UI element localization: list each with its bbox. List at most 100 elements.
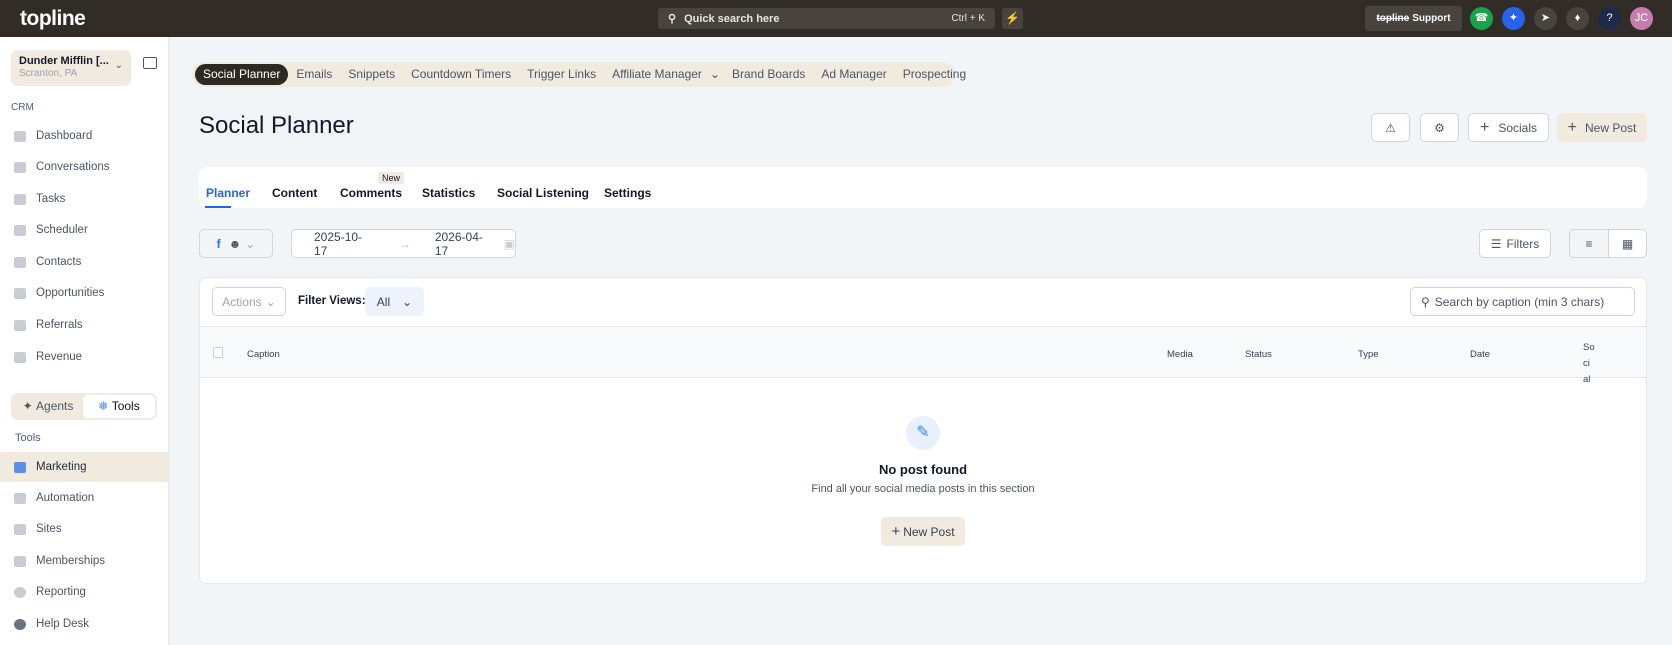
dashboard-icon (14, 130, 26, 142)
tools-section-label: Tools (15, 432, 41, 444)
actions-dropdown[interactable]: Actions ⌄ (212, 287, 286, 316)
select-all-checkbox[interactable] (213, 347, 223, 358)
sidebar-item-marketing[interactable]: Marketing (0, 452, 169, 482)
lightning-icon[interactable]: ⚡ (1002, 8, 1023, 29)
sidebar-item-memberships[interactable]: Memberships (0, 546, 169, 576)
sidebar-item-help-desk[interactable]: Help Desk (0, 609, 169, 639)
tab-content[interactable]: Content (272, 186, 317, 200)
account-name: Dunder Mifflin [... (19, 55, 109, 67)
subnav-brand-boards[interactable]: Brand Boards (724, 64, 813, 85)
gear-icon: ❅ (98, 399, 109, 413)
account-filter-dropdown[interactable]: f ☻ ⌄ (199, 229, 273, 258)
calendar-icon (14, 224, 26, 236)
chevron-down-icon: ⌄ (709, 67, 720, 81)
tab-bar (199, 167, 1647, 208)
label: Dashboard (36, 130, 93, 142)
tab-statistics[interactable]: Statistics (422, 186, 475, 200)
avatar[interactable]: JC (1630, 7, 1653, 30)
label: New Post (903, 524, 955, 539)
table-header (200, 326, 1646, 378)
subnav-affiliate-manager[interactable]: Affiliate Manager (604, 64, 710, 85)
marketing-subnav: Social Planner Emails Snippets Countdown… (192, 62, 966, 87)
sidebar-item-conversations[interactable]: Conversations (0, 152, 169, 182)
subnav-countdown-timers[interactable]: Countdown Timers (403, 64, 519, 85)
edit-icon: ✎ (906, 416, 940, 450)
column-date[interactable]: Date (1470, 349, 1490, 360)
account-switcher[interactable]: Dunder Mifflin [... Scranton, PA ⌄ (11, 50, 131, 86)
column-social[interactable]: Soci al (1583, 340, 1597, 388)
subnav-prospecting[interactable]: Prospecting (895, 64, 974, 85)
sparkle-icon[interactable]: ✦ (1502, 7, 1525, 30)
filters-button[interactable]: ☰ Filters (1479, 229, 1551, 258)
sidebar-item-revenue[interactable]: Revenue (0, 342, 169, 372)
subnav-ad-manager[interactable]: Ad Manager (813, 64, 894, 85)
filter-views-label: Filter Views: (298, 295, 366, 307)
list-view-toggle[interactable]: ≡ (1569, 229, 1609, 258)
feedback-button[interactable]: ⚠ (1371, 113, 1410, 142)
support-brand: topline (1376, 13, 1410, 24)
calendar-view-toggle[interactable]: ▦ (1608, 229, 1647, 258)
label: Scheduler (36, 224, 88, 236)
new-post-button[interactable]: + New Post (1557, 113, 1647, 142)
label: Help Desk (36, 618, 90, 630)
label: Revenue (36, 351, 83, 363)
bell-icon[interactable]: ♦ (1566, 7, 1589, 30)
tab-settings[interactable]: Settings (604, 186, 651, 200)
settings-button[interactable]: ⚙ (1420, 113, 1459, 142)
column-status[interactable]: Status (1245, 349, 1272, 360)
sidebar-collapse-icon[interactable] (143, 57, 157, 69)
megaphone-icon[interactable]: ➤ (1534, 7, 1557, 30)
date-range-picker[interactable]: 2025-10-17 → 2026-04-17 ▣ (291, 229, 516, 258)
subnav-snippets[interactable]: Snippets (340, 64, 403, 85)
agents-toggle[interactable]: ✦ Agents (13, 395, 83, 418)
referral-icon (14, 319, 26, 331)
label: Referrals (36, 319, 83, 331)
filter-views-dropdown[interactable]: All ⌄ (365, 287, 424, 316)
date-from: 2025-10-17 (314, 229, 363, 258)
logo: topline (20, 7, 86, 30)
tasks-icon (14, 193, 26, 205)
help-icon[interactable]: ? (1598, 7, 1621, 30)
calendar-icon: ▦ (1621, 236, 1634, 251)
tab-planner[interactable]: Planner (206, 186, 250, 200)
search-icon: ⚲ (668, 13, 677, 25)
search-shortcut: Ctrl + K (951, 13, 985, 24)
column-media[interactable]: Media (1167, 349, 1193, 360)
add-socials-button[interactable]: + Socials (1468, 113, 1549, 142)
page-title: Social Planner (199, 112, 354, 139)
tools-toggle[interactable]: ❅ Tools (83, 395, 155, 418)
sidebar: Dunder Mifflin [... Scranton, PA ⌄ CRM D… (0, 37, 169, 645)
search-icon: ⚲ (1421, 294, 1430, 309)
sidebar-item-dashboard[interactable]: Dashboard (0, 121, 169, 151)
sidebar-item-sites[interactable]: Sites (0, 514, 169, 544)
phone-icon[interactable]: ☎ (1470, 7, 1493, 30)
target-icon (14, 287, 26, 299)
label: Tasks (36, 193, 66, 205)
subnav-emails[interactable]: Emails (288, 64, 340, 85)
column-caption[interactable]: Caption (247, 349, 280, 360)
facebook-icon: f (216, 236, 221, 251)
megaphone-icon (14, 461, 26, 473)
tab-social-listening[interactable]: Social Listening (497, 186, 589, 200)
sidebar-item-contacts[interactable]: Contacts (0, 247, 169, 277)
caption-search-input[interactable]: ⚲ Search by caption (min 3 chars) (1410, 287, 1635, 316)
label: Filters (1506, 236, 1540, 251)
sidebar-item-tasks[interactable]: Tasks (0, 184, 169, 214)
label: New Post (1584, 120, 1637, 135)
gear-icon: ⚙ (1434, 120, 1445, 135)
subnav-social-planner[interactable]: Social Planner (195, 64, 289, 85)
sidebar-item-scheduler[interactable]: Scheduler (0, 215, 169, 245)
sidebar-item-referrals[interactable]: Referrals (0, 310, 169, 340)
empty-new-post-button[interactable]: + New Post (881, 517, 965, 546)
support-button[interactable]: topline Support (1365, 6, 1462, 31)
subnav-trigger-links[interactable]: Trigger Links (519, 64, 604, 85)
tab-comments[interactable]: Comments (340, 186, 402, 200)
quick-search[interactable]: ⚲ Quick search here Ctrl + K (658, 8, 995, 29)
column-type[interactable]: Type (1358, 349, 1379, 360)
sidebar-item-opportunities[interactable]: Opportunities (0, 278, 169, 308)
sidebar-item-reporting[interactable]: Reporting (0, 577, 169, 607)
sidebar-item-automation[interactable]: Automation (0, 483, 169, 513)
date-to: 2026-04-17 (434, 229, 483, 258)
label: Automation (36, 492, 95, 504)
crm-section-label: CRM (11, 102, 34, 113)
